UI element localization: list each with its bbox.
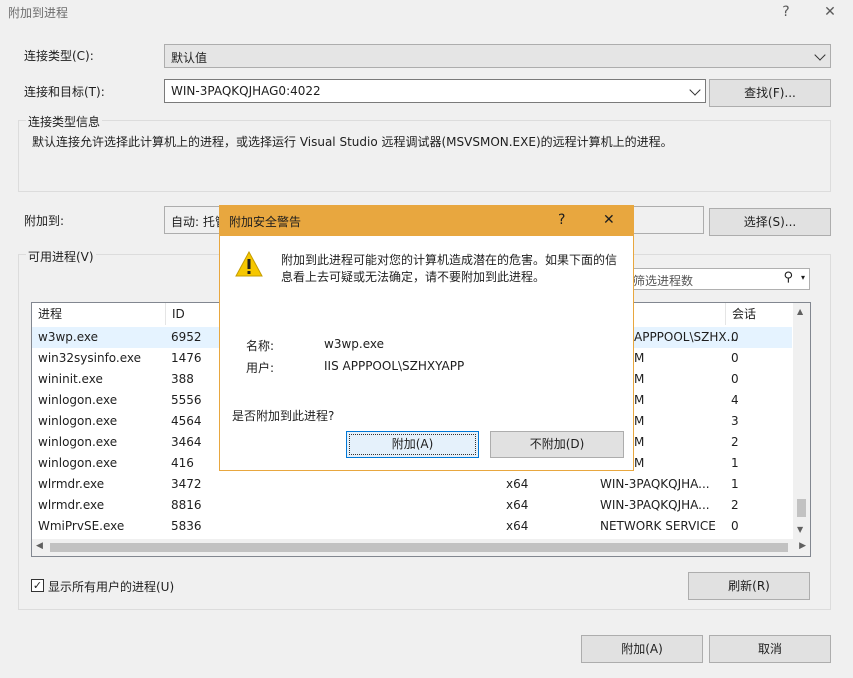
chevron-left-icon[interactable]: ◀ [36, 541, 43, 551]
dialog-attach-button[interactable]: 附加(A) [346, 431, 479, 458]
dialog-no-attach-button[interactable]: 不附加(D) [490, 431, 624, 458]
process-user: M [634, 414, 645, 428]
process-session: 4 [731, 393, 739, 407]
process-session: 0 [731, 372, 739, 386]
process-name: wininit.exe [38, 372, 103, 386]
process-user: WIN-3PAQKQJHA... [600, 477, 710, 491]
process-user: M [634, 393, 645, 407]
process-session: 2 [731, 498, 739, 512]
chevron-down-icon [814, 49, 826, 61]
process-id: 4564 [171, 414, 202, 428]
dialog-help-button[interactable]: ? [558, 212, 565, 228]
warning-icon [235, 251, 263, 277]
column-header-session[interactable]: 会话 [726, 303, 796, 325]
process-name: w3wp.exe [38, 330, 98, 344]
connection-target-value: WIN-3PAQKQJHAG0:4022 [171, 84, 321, 98]
help-button[interactable]: ? [776, 2, 796, 22]
process-user: M [634, 456, 645, 470]
process-user: M [634, 435, 645, 449]
filter-input[interactable]: 筛选进程数 ⚲ ▾ [628, 268, 810, 290]
vertical-scrollbar[interactable]: ▲ ▼ [793, 303, 810, 541]
attach-to-label: 附加到: [24, 214, 65, 228]
table-row[interactable]: wlrmdr.exe 8816 x64 WIN-3PAQKQJHA... 2 [32, 495, 792, 516]
dialog-title-bar: 附加安全警告 ? ✕ [220, 206, 633, 236]
show-all-users-label[interactable]: 显示所有用户的进程(U) [48, 578, 174, 595]
process-user: WIN-3PAQKQJHA... [600, 498, 710, 512]
refresh-button[interactable]: 刷新(R) [688, 572, 810, 600]
process-name: winlogon.exe [38, 456, 118, 470]
warning-line-1: 附加到此进程可能对您的计算机造成潜在的危害。如果下面的信 [281, 253, 618, 267]
chevron-down-icon[interactable]: ▼ [797, 525, 803, 534]
process-name: WmiPrvSE.exe [38, 519, 125, 533]
column-header-user[interactable] [626, 303, 726, 325]
process-id: 416 [171, 456, 194, 470]
process-session: 0 [731, 351, 739, 365]
chevron-down-icon[interactable] [689, 84, 701, 96]
process-user: M [634, 351, 645, 365]
name-value: w3wp.exe [324, 337, 384, 351]
chevron-right-icon[interactable]: ▶ [799, 541, 806, 551]
process-session: 1 [731, 456, 739, 470]
connection-type-label: 连接类型(C): [24, 49, 94, 63]
column-header-process[interactable]: 进程 [32, 303, 166, 325]
chevron-up-icon[interactable]: ▲ [797, 307, 803, 316]
process-name: winlogon.exe [38, 393, 118, 407]
process-session: 2 [731, 435, 739, 449]
process-name: win32sysinfo.exe [38, 351, 142, 365]
horizontal-scrollbar[interactable]: ◀ ▶ [32, 539, 810, 556]
process-id: 3472 [171, 477, 202, 491]
show-all-users-checkbox[interactable]: ✓ [31, 579, 44, 592]
process-name: winlogon.exe [38, 435, 118, 449]
name-label: 名称: [246, 339, 275, 353]
security-warning-dialog: 附加安全警告 ? ✕ 附加到此进程可能对您的计算机造成潜在的危害。如果下面的信 … [219, 205, 634, 471]
cancel-button[interactable]: 取消 [709, 635, 831, 663]
connection-info-text: 默认连接允许选择此计算机上的进程，或选择运行 Visual Studio 远程调… [32, 135, 673, 149]
select-button[interactable]: 选择(S)... [709, 208, 831, 236]
process-id: 388 [171, 372, 194, 386]
process-session: 0 [731, 519, 739, 533]
connection-target-label: 连接和目标(T): [24, 85, 105, 99]
connection-type-value: 默认值 [171, 51, 208, 65]
window-title: 附加到进程 [8, 6, 69, 20]
process-id: 3464 [171, 435, 202, 449]
horizontal-scroll-thumb[interactable] [50, 543, 788, 552]
connection-type-combo[interactable]: 默认值 [164, 44, 831, 68]
process-type: x64 [506, 519, 529, 533]
process-name: wlrmdr.exe [38, 498, 105, 512]
table-row[interactable]: WmiPrvSE.exe 5836 x64 NETWORK SERVICE 0 [32, 516, 792, 537]
process-user: NETWORK SERVICE [600, 519, 716, 533]
chevron-down-icon[interactable]: ▾ [801, 273, 805, 282]
process-session: 0 [731, 330, 739, 344]
process-id: 8816 [171, 498, 202, 512]
connection-info-group [18, 120, 831, 192]
process-user: M [634, 372, 645, 386]
connection-target-input[interactable]: WIN-3PAQKQJHAG0:4022 [164, 79, 706, 103]
dialog-close-icon[interactable]: ✕ [603, 212, 615, 228]
process-id: 5556 [171, 393, 202, 407]
connection-info-title: 连接类型信息 [26, 113, 103, 130]
search-icon[interactable]: ⚲ [783, 270, 793, 285]
process-name: wlrmdr.exe [38, 477, 105, 491]
find-button[interactable]: 查找(F)... [709, 79, 831, 107]
process-id: 5836 [171, 519, 202, 533]
warning-line-2: 息看上去可疑或无法确定，请不要附加到此进程。 [281, 270, 546, 284]
table-row[interactable]: wlrmdr.exe 3472 x64 WIN-3PAQKQJHA... 1 [32, 474, 792, 495]
user-label: 用户: [246, 361, 275, 375]
close-icon[interactable]: ✕ [820, 2, 840, 22]
process-session: 3 [731, 414, 739, 428]
filter-placeholder: 筛选进程数 [633, 274, 694, 288]
process-name: winlogon.exe [38, 414, 118, 428]
process-session: 1 [731, 477, 739, 491]
process-type: x64 [506, 498, 529, 512]
dialog-title: 附加安全警告 [229, 215, 302, 229]
process-type: x64 [506, 477, 529, 491]
process-id: 1476 [171, 351, 202, 365]
attach-question: 是否附加到此进程? [232, 409, 335, 423]
available-processes-title: 可用进程(V) [26, 248, 96, 265]
process-user: APPPOOL\SZHX... [634, 330, 739, 344]
vertical-scroll-thumb[interactable] [797, 499, 806, 517]
attach-button[interactable]: 附加(A) [581, 635, 703, 663]
process-id: 6952 [171, 330, 202, 344]
user-value: IIS APPPOOL\SZHXYAPP [324, 359, 465, 373]
